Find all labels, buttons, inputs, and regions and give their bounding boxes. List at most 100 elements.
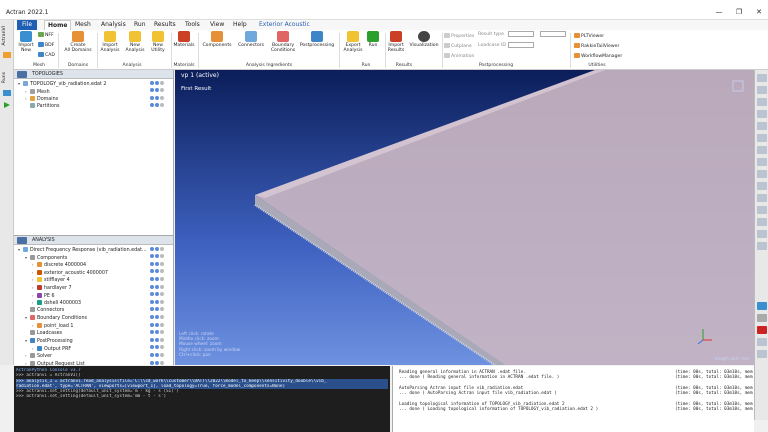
3d-viewport[interactable]: vp 1 (active) First Result Left click: r… <box>175 70 754 365</box>
visibility-dot-icon[interactable] <box>150 352 154 357</box>
properties-button[interactable]: Properties <box>444 33 474 39</box>
visibility-dot-icon[interactable] <box>155 103 159 108</box>
visibility-dot-icon[interactable] <box>150 330 154 335</box>
visibility-dot-icon[interactable] <box>155 80 159 85</box>
bdf-button[interactable]: BDF <box>38 42 54 48</box>
visibility-toggles[interactable] <box>149 103 164 110</box>
view-bottom-icon[interactable] <box>757 122 767 130</box>
display-mode-icon[interactable] <box>757 206 767 214</box>
visibility-dot-icon[interactable] <box>155 88 159 93</box>
visibility-dot-icon[interactable] <box>160 314 164 319</box>
view-left-icon[interactable] <box>757 134 767 142</box>
visibility-dot-icon[interactable] <box>150 261 154 266</box>
visibility-toggles[interactable] <box>149 88 164 95</box>
maximize-button[interactable]: ❐ <box>732 8 746 18</box>
visibility-dot-icon[interactable] <box>160 276 164 281</box>
tree-item[interactable]: › hardlayer 7 <box>32 284 168 291</box>
view-back-icon[interactable] <box>757 98 767 106</box>
import-analysis-button[interactable]: Import Analysis <box>99 31 121 53</box>
postprocessing-button[interactable]: Postprocessing <box>298 31 336 48</box>
visibility-dot-icon[interactable] <box>160 103 164 108</box>
visibility-dot-icon[interactable] <box>160 80 164 85</box>
visibility-toggles[interactable] <box>149 330 164 337</box>
visibility-dot-icon[interactable] <box>155 254 159 259</box>
zoom-icon[interactable] <box>757 170 767 178</box>
fullscreen-icon[interactable] <box>757 350 767 358</box>
visibility-dot-icon[interactable] <box>150 103 154 108</box>
visibility-dot-icon[interactable] <box>160 269 164 274</box>
tree-item[interactable]: › exterior_acoustic 4000007 <box>32 269 168 276</box>
visibility-dot-icon[interactable] <box>160 337 164 342</box>
view-top-icon[interactable] <box>757 110 767 118</box>
visibility-dot-icon[interactable] <box>155 261 159 266</box>
visibility-toggles[interactable] <box>149 246 164 253</box>
visibility-dot-icon[interactable] <box>150 269 154 274</box>
pan-icon[interactable] <box>757 182 767 190</box>
run-button[interactable]: Run <box>365 31 381 48</box>
visibility-toggles[interactable] <box>149 95 164 102</box>
loadcase-id-select[interactable] <box>508 42 534 48</box>
visibility-dot-icon[interactable] <box>160 360 164 365</box>
tree-item[interactable]: ▾ PostProcessing <box>25 337 168 344</box>
visibility-dot-icon[interactable] <box>150 314 154 319</box>
tab-exterior-acoustic[interactable]: Exterior Acoustic <box>256 20 313 30</box>
cad-button[interactable]: CAD <box>38 52 55 58</box>
tree-item[interactable]: › Mesh <box>25 88 168 95</box>
mesh-display-icon[interactable] <box>757 218 767 226</box>
visibility-dot-icon[interactable] <box>160 299 164 304</box>
visibility-dot-icon[interactable] <box>160 254 164 259</box>
visibility-dot-icon[interactable] <box>155 95 159 100</box>
tab-home[interactable]: Home <box>44 20 72 30</box>
visibility-dot-icon[interactable] <box>160 88 164 93</box>
tab-results[interactable]: Results <box>151 20 179 30</box>
tree-item[interactable]: › discrete 4000004 <box>32 261 168 268</box>
output-log[interactable]: Reading general information in ACTRAN .e… <box>392 366 754 432</box>
actranvi-icon[interactable] <box>3 52 11 58</box>
tree-item[interactable]: › dshell 4000003 <box>32 299 168 306</box>
visibility-toggles[interactable] <box>149 345 164 352</box>
visibility-toggles[interactable] <box>149 299 164 306</box>
rakkietailviewer-button[interactable]: RakkieTailViewer <box>574 43 619 49</box>
runs-icon[interactable] <box>3 90 11 96</box>
visibility-dot-icon[interactable] <box>155 246 159 251</box>
color-icon[interactable] <box>757 326 767 334</box>
view-iso-icon[interactable] <box>757 158 767 166</box>
file-menu-button[interactable]: File <box>17 20 37 30</box>
visibility-dot-icon[interactable] <box>160 284 164 289</box>
rotate-icon[interactable] <box>757 194 767 202</box>
tab-tools[interactable]: Tools <box>182 20 203 30</box>
tree-item[interactable]: › Solver <box>25 352 168 359</box>
settings-icon[interactable] <box>757 338 767 346</box>
view-cube-icon[interactable] <box>730 78 746 94</box>
new-utility-button[interactable]: New Utility <box>148 31 168 53</box>
tab-analysis[interactable]: Analysis <box>98 20 129 30</box>
visibility-dot-icon[interactable] <box>160 95 164 100</box>
visibility-dot-icon[interactable] <box>150 246 154 251</box>
visibility-toggles[interactable] <box>149 322 164 329</box>
tree-item[interactable]: ▾ Boundary Conditions <box>25 314 168 321</box>
view-right-icon[interactable] <box>757 146 767 154</box>
visibility-dot-icon[interactable] <box>160 292 164 297</box>
pltviewer-button[interactable]: PLTViewer <box>574 33 604 39</box>
view-front-icon[interactable] <box>757 86 767 94</box>
visibility-toggles[interactable] <box>149 284 164 291</box>
cutplane-button[interactable]: Cutplane <box>444 43 472 49</box>
tree-item[interactable]: ▾ TOPOLOGY_vib_radiation.edat 2 <box>18 80 168 87</box>
visibility-dot-icon[interactable] <box>150 292 154 297</box>
visibility-dot-icon[interactable] <box>155 337 159 342</box>
visibility-toggles[interactable] <box>149 254 164 261</box>
visibility-dot-icon[interactable] <box>150 254 154 259</box>
visibility-dot-icon[interactable] <box>160 246 164 251</box>
result-component-select[interactable] <box>540 31 566 37</box>
visibility-dot-icon[interactable] <box>155 299 159 304</box>
visibility-dot-icon[interactable] <box>150 80 154 85</box>
visibility-toggles[interactable] <box>149 261 164 268</box>
materials-button[interactable]: Materials <box>172 31 196 48</box>
visibility-dot-icon[interactable] <box>150 299 154 304</box>
visibility-dot-icon[interactable] <box>160 345 164 350</box>
visibility-dot-icon[interactable] <box>155 360 159 365</box>
runs-vtab[interactable]: Runs <box>2 72 7 83</box>
connectors-button[interactable]: Connectors <box>236 31 266 48</box>
components-button[interactable]: Components <box>201 31 233 48</box>
tree-item[interactable]: › stifflayer 4 <box>32 276 168 283</box>
